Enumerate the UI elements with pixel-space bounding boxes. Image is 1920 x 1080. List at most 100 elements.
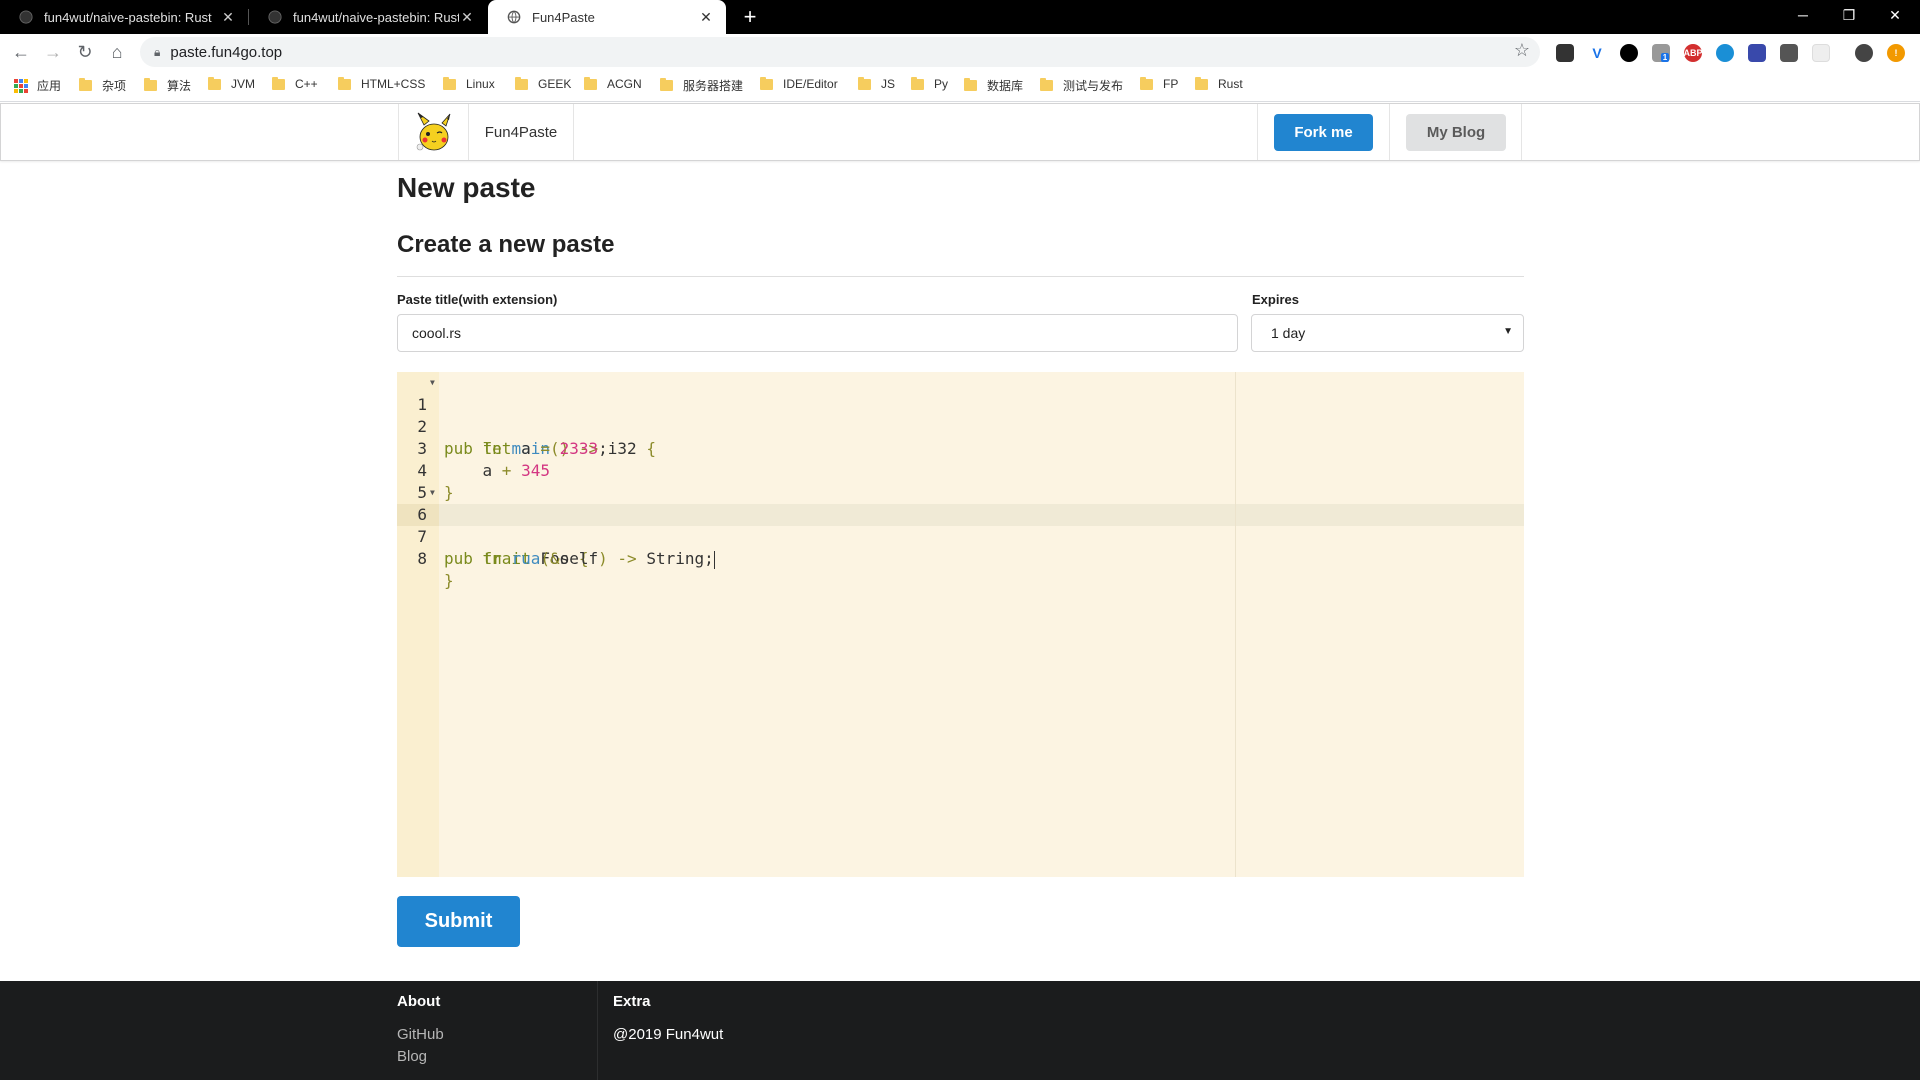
browser-tab[interactable]: fun4wut/naive-pastebin: Rust ✕ xyxy=(249,0,487,34)
submit-button[interactable]: Submit xyxy=(397,896,520,947)
bookmarks-bar: 应用 杂项 算法 JVM C++ HTML+CSS Linux GEEK ACG… xyxy=(0,70,1920,102)
text-cursor xyxy=(713,550,715,569)
folder-icon xyxy=(584,76,597,90)
paste-title-label: Paste title(with extension) xyxy=(397,292,558,307)
bookmark-folder[interactable]: 算法 xyxy=(144,77,191,94)
fold-arrow-icon[interactable]: ▼ xyxy=(430,482,435,504)
divider xyxy=(397,276,1524,277)
avatar[interactable] xyxy=(1855,44,1873,62)
folder-icon xyxy=(272,76,285,90)
close-tab-icon[interactable]: ✕ xyxy=(459,9,475,26)
folder-icon xyxy=(144,78,157,91)
back-icon[interactable]: ← xyxy=(8,39,34,65)
folder-icon xyxy=(338,76,351,90)
code-line: 6 ▼ pub trait Foo { xyxy=(397,482,1524,568)
bookmark-apps[interactable]: 应用 xyxy=(14,77,61,94)
bookmark-folder[interactable]: HTML+CSS xyxy=(338,76,425,91)
folder-icon xyxy=(443,76,456,90)
github-icon xyxy=(18,9,34,25)
brand-link[interactable]: Fun4Paste xyxy=(469,104,574,160)
bookmark-folder[interactable]: 服务器搭建 xyxy=(660,77,743,94)
expires-label: Expires xyxy=(1252,292,1299,307)
reload-icon[interactable]: ↻ xyxy=(72,39,98,65)
new-tab-icon[interactable]: + xyxy=(737,4,763,30)
extension-v-icon[interactable]: V xyxy=(1588,44,1606,62)
fold-arrow-icon[interactable]: ▼ xyxy=(430,372,435,394)
dropdown-arrow-icon: ▼ xyxy=(1503,326,1513,337)
bookmark-folder[interactable]: FP xyxy=(1140,76,1178,91)
close-window-icon[interactable]: ✕ xyxy=(1872,0,1918,30)
bookmark-folder[interactable]: IDE/Editor xyxy=(760,76,838,91)
folder-icon xyxy=(208,76,221,90)
footer-blog-link[interactable]: Blog xyxy=(397,1048,427,1065)
expires-selected-value: 1 day xyxy=(1271,325,1306,341)
pikachu-logo-icon xyxy=(416,112,450,151)
bookmark-folder[interactable]: 测试与发布 xyxy=(1040,77,1123,94)
footer-github-link[interactable]: GitHub xyxy=(397,1026,444,1043)
extension-circle-icon[interactable] xyxy=(1620,44,1638,62)
code-line: 8 } xyxy=(417,549,454,590)
code-line: 2 let a = 2333; xyxy=(417,417,608,458)
browser-toolbar: ← → ↻ ⌂ 🔒︎ paste.fun4go.top ☆ V 1 ABP ! xyxy=(0,34,1920,70)
code-line: 4 } xyxy=(417,461,454,502)
code-line: 5 xyxy=(417,483,427,502)
tab-title: Fun4Paste xyxy=(532,9,595,25)
expires-select[interactable]: 1 day ▼ xyxy=(1251,314,1524,352)
site-navbar: Fun4Paste Fork me My Blog xyxy=(0,103,1920,161)
lock-icon: 🔒︎ xyxy=(154,44,161,59)
footer-copyright: @2019 Fun4wut xyxy=(613,1026,724,1043)
bookmark-folder[interactable]: ACGN xyxy=(584,76,642,91)
folder-icon xyxy=(911,76,924,90)
paste-title-input[interactable]: coool.rs xyxy=(397,314,1238,352)
footer-about-heading: About xyxy=(397,993,441,1010)
folder-icon xyxy=(660,78,673,91)
close-tab-icon[interactable]: ✕ xyxy=(220,9,236,26)
folder-icon xyxy=(1140,76,1153,90)
url-text: paste.fun4go.top xyxy=(170,43,283,61)
bookmark-star-icon[interactable]: ☆ xyxy=(1514,40,1530,61)
tab-title: fun4wut/naive-pastebin: Rust xyxy=(44,9,212,25)
my-blog-button[interactable]: My Blog xyxy=(1406,114,1506,151)
fork-me-button[interactable]: Fork me xyxy=(1274,114,1373,151)
close-tab-icon[interactable]: ✕ xyxy=(698,9,714,26)
form-title: Create a new paste xyxy=(397,231,615,258)
extension-book-icon[interactable] xyxy=(1748,44,1766,62)
bookmark-folder[interactable]: 杂项 xyxy=(79,77,126,94)
page-title: New paste xyxy=(397,172,536,203)
code-line-active: 7 fn rua(&self) -> String; xyxy=(417,527,715,569)
extension-blank-icon[interactable] xyxy=(1812,44,1830,62)
home-icon[interactable]: ⌂ xyxy=(104,39,130,65)
bookmark-folder[interactable]: Py xyxy=(911,76,948,91)
globe-icon xyxy=(506,9,522,25)
extension-spy-icon[interactable] xyxy=(1780,44,1798,62)
browser-tab-bar: fun4wut/naive-pastebin: Rust ✕ fun4wut/n… xyxy=(0,0,1920,34)
browser-tab[interactable]: fun4wut/naive-pastebin: Rust ✕ xyxy=(0,0,248,34)
paste-title-value: coool.rs xyxy=(412,325,462,341)
apps-grid-icon xyxy=(14,78,28,93)
adblock-icon[interactable]: ABP xyxy=(1684,44,1703,62)
bookmark-folder[interactable]: C++ xyxy=(272,76,318,91)
folder-icon xyxy=(1195,76,1208,90)
folder-icon xyxy=(79,78,92,91)
browser-tab-active[interactable]: Fun4Paste ✕ xyxy=(488,0,726,34)
extension-search-icon[interactable] xyxy=(1716,44,1734,62)
footer: About GitHub Blog Extra @2019 Fun4wut xyxy=(0,981,1920,1080)
code-line: 3 a + 345 xyxy=(417,439,550,480)
tab-title: fun4wut/naive-pastebin: Rust xyxy=(293,9,459,25)
bookmark-folder[interactable]: JS xyxy=(858,76,895,91)
bookmark-folder[interactable]: Rust xyxy=(1195,76,1243,91)
folder-icon xyxy=(964,78,977,91)
extension-icon[interactable] xyxy=(1556,44,1574,62)
restore-icon[interactable]: ❐ xyxy=(1826,0,1872,30)
address-bar[interactable]: 🔒︎ paste.fun4go.top ☆ xyxy=(140,37,1540,67)
code-editor[interactable]: 1 ▼ pub fn main() -> i32 { 2 let a = 233… xyxy=(397,372,1524,877)
forward-icon[interactable]: → xyxy=(40,39,66,65)
minimize-icon[interactable]: ─ xyxy=(1780,0,1826,30)
bookmark-folder[interactable]: GEEK xyxy=(515,76,571,91)
extension-badge-icon[interactable]: 1 xyxy=(1652,44,1670,62)
bookmark-folder[interactable]: 数据库 xyxy=(964,77,1023,94)
update-alert-icon[interactable]: ! xyxy=(1887,44,1905,62)
bookmark-folder[interactable]: JVM xyxy=(208,76,255,91)
bookmark-folder[interactable]: Linux xyxy=(443,76,495,91)
site-logo[interactable] xyxy=(398,104,469,160)
